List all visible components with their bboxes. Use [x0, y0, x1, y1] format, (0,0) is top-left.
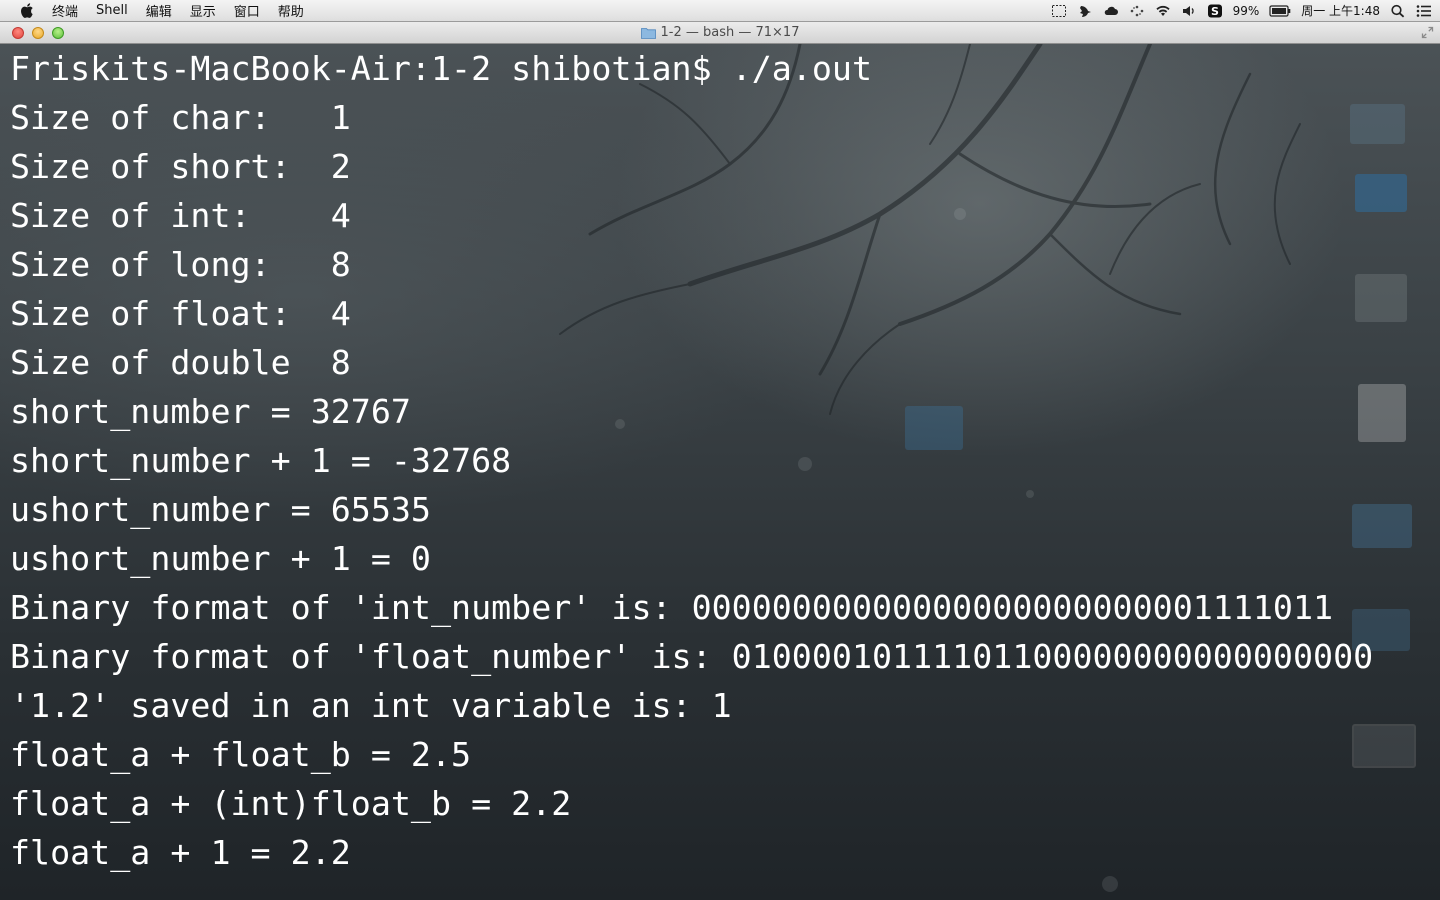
terminal-line: float_a + (int)float_b = 2.2: [10, 784, 572, 823]
terminal-line: short_number = 32767: [10, 392, 411, 431]
wifi-icon[interactable]: [1155, 4, 1171, 18]
bird-icon[interactable]: [1077, 4, 1093, 18]
apple-logo-icon[interactable]: [20, 3, 34, 18]
terminal-output: Friskits-MacBook-Air:1-2 shibotian$ ./a.…: [10, 44, 1373, 877]
battery-icon[interactable]: [1269, 4, 1291, 18]
volume-icon[interactable]: [1181, 4, 1197, 18]
window-title: 1-2 — bash — 71×17: [660, 25, 800, 40]
menu-item-terminal[interactable]: 终端: [52, 1, 78, 20]
terminal-line: Binary format of 'float_number' is: 0100…: [10, 637, 1374, 676]
terminal-window: 1-2 — bash — 71×17 Friskits-MacBook-Air:…: [0, 22, 1440, 900]
window-titlebar[interactable]: 1-2 — bash — 71×17: [0, 22, 1440, 44]
terminal-line: short_number + 1 = -32768: [10, 441, 512, 480]
terminal-line: float_a + float_b = 2.5: [10, 735, 472, 774]
terminal-prompt-line: Friskits-MacBook-Air:1-2 shibotian$ ./a.…: [10, 49, 872, 88]
menu-item-window[interactable]: 窗口: [234, 1, 260, 20]
terminal-line: Size of long: 8: [10, 245, 351, 284]
terminal-line: '1.2' saved in an int variable is: 1: [10, 686, 732, 725]
status-area: S 99% 周一 上午1:48: [1051, 0, 1432, 21]
terminal-line: Binary format of 'int_number' is: 000000…: [10, 588, 1334, 627]
notification-list-icon[interactable]: [1416, 4, 1432, 18]
spotlight-search-icon[interactable]: [1390, 4, 1406, 18]
menu-item-view[interactable]: 显示: [190, 1, 216, 20]
svg-text:S: S: [1211, 5, 1219, 18]
screen-capture-icon[interactable]: [1051, 4, 1067, 18]
s-badge-icon[interactable]: S: [1207, 4, 1223, 18]
menu-bar: 终端 Shell 编辑 显示 窗口 帮助 S 99% 周一 上午1:48: [0, 0, 1440, 22]
fullscreen-icon[interactable]: [1421, 26, 1434, 39]
terminal-content[interactable]: Friskits-MacBook-Air:1-2 shibotian$ ./a.…: [0, 44, 1440, 900]
cloud-icon[interactable]: [1103, 4, 1119, 18]
menu-item-edit[interactable]: 编辑: [146, 1, 172, 20]
dots-icon[interactable]: [1129, 4, 1145, 18]
terminal-line: ushort_number + 1 = 0: [10, 539, 431, 578]
terminal-line: Size of float: 4: [10, 294, 351, 333]
terminal-line: Size of char: 1: [10, 98, 351, 137]
terminal-line: Size of int: 4: [10, 196, 351, 235]
folder-icon: [640, 27, 656, 39]
menu-item-shell[interactable]: Shell: [96, 3, 128, 18]
menu-item-help[interactable]: 帮助: [278, 1, 304, 20]
terminal-line: Size of short: 2: [10, 147, 351, 186]
menu-clock[interactable]: 周一 上午1:48: [1301, 2, 1380, 19]
terminal-line: ushort_number = 65535: [10, 490, 431, 529]
window-title-group: 1-2 — bash — 71×17: [0, 22, 1440, 43]
battery-percent: 99%: [1232, 3, 1260, 18]
terminal-line: float_a + 1 = 2.2: [10, 833, 351, 872]
terminal-line: Size of double 8: [10, 343, 351, 382]
